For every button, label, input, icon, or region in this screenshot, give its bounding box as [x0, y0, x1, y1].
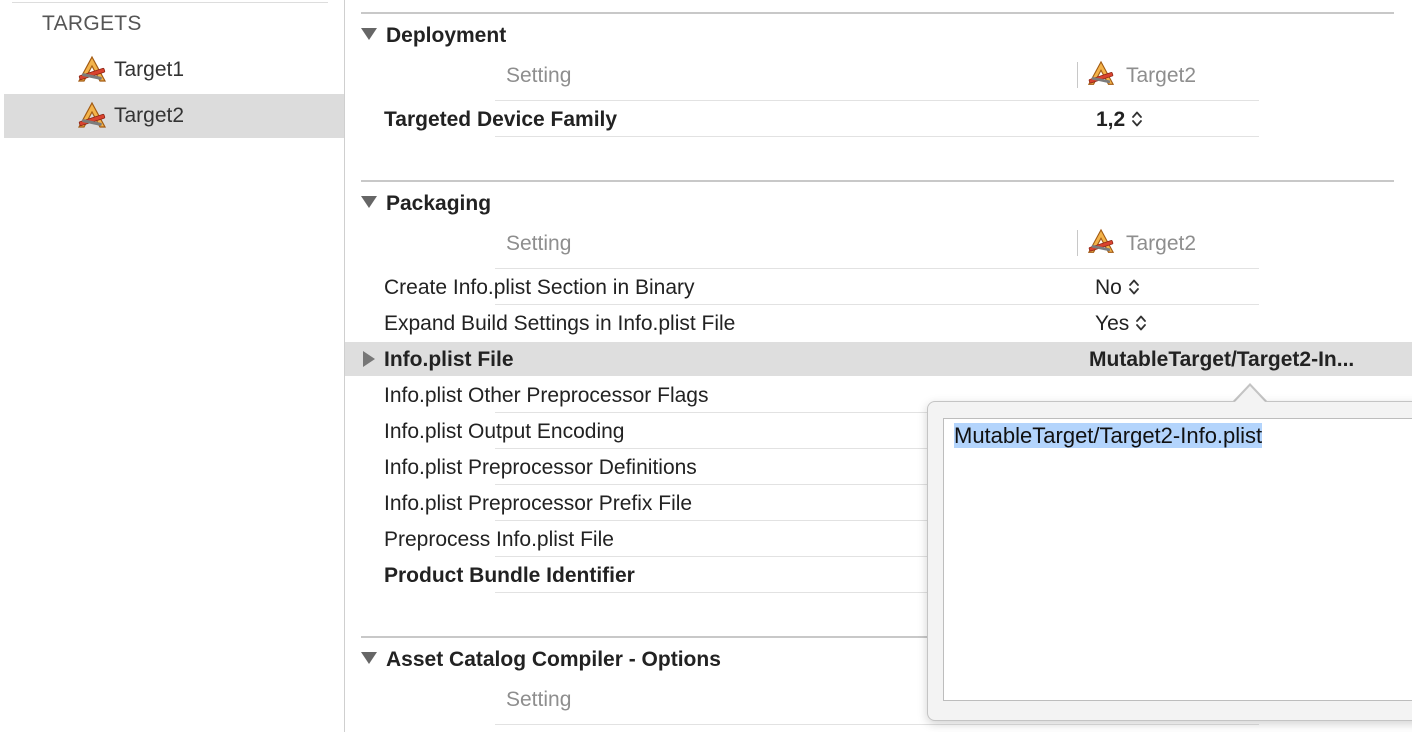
column-separator [1077, 62, 1078, 88]
sidebar-item-label: Target1 [114, 58, 185, 81]
popover-arrow-fill [1234, 386, 1266, 403]
disclosure-triangle-icon[interactable] [363, 351, 375, 367]
sidebar-item-target1[interactable]: Target1 [4, 48, 344, 92]
targeted-device-family-value[interactable]: 1,2 [1096, 108, 1143, 132]
section-header-asset-catalog[interactable]: Asset Catalog Compiler - Options [361, 648, 721, 672]
xcode-target-icon [1086, 228, 1116, 256]
target-column-header[interactable]: Target2 [1126, 64, 1196, 88]
setting-row-info-plist-file[interactable]: Info.plist File [384, 348, 514, 372]
setting-column-header[interactable]: Setting [506, 232, 571, 256]
setting-column-header[interactable]: Setting [506, 64, 571, 88]
section-header-deployment[interactable]: Deployment [361, 24, 506, 48]
column-separator [1077, 230, 1078, 256]
row-divider [495, 304, 1259, 305]
row-divider [495, 724, 1259, 725]
expand-build-settings-value[interactable]: Yes [1095, 312, 1147, 336]
setting-row-info-plist-preprocessor-definitions[interactable]: Info.plist Preprocessor Definitions [384, 456, 697, 480]
sidebar-item-target2[interactable]: Target2 [4, 94, 344, 138]
row-divider [495, 136, 1259, 137]
setting-row-preprocess-info-plist[interactable]: Preprocess Info.plist File [384, 528, 614, 552]
selected-text: MutableTarget/Target2-Info.plist [954, 423, 1263, 448]
up-down-stepper-icon [1135, 314, 1147, 332]
setting-row-targeted-device-family[interactable]: Targeted Device Family [384, 108, 617, 132]
section-divider [361, 180, 1394, 182]
row-divider [495, 100, 1259, 101]
xcode-target-icon [1086, 60, 1116, 88]
section-header-packaging[interactable]: Packaging [361, 192, 491, 216]
sidebar-item-label: Target2 [114, 104, 185, 127]
setting-row-info-plist-output-encoding[interactable]: Info.plist Output Encoding [384, 420, 625, 444]
up-down-stepper-icon [1128, 278, 1140, 296]
create-info-plist-section-value[interactable]: No [1095, 276, 1140, 300]
setting-row-info-plist-other-flags[interactable]: Info.plist Other Preprocessor Flags [384, 384, 708, 408]
disclosure-triangle-icon [361, 652, 377, 664]
setting-column-header[interactable]: Setting [506, 688, 571, 712]
setting-row-expand-build-settings[interactable]: Expand Build Settings in Info.plist File [384, 312, 735, 336]
setting-row-create-info-plist-section[interactable]: Create Info.plist Section in Binary [384, 276, 695, 300]
disclosure-triangle-icon [361, 28, 377, 40]
sidebar-top-divider [12, 2, 328, 3]
xcode-target-icon [76, 55, 108, 85]
xcode-target-icon [76, 101, 108, 131]
up-down-stepper-icon [1131, 110, 1143, 128]
section-divider [361, 12, 1394, 14]
setting-row-info-plist-prefix-file[interactable]: Info.plist Preprocessor Prefix File [384, 492, 692, 516]
targets-heading: TARGETS [42, 12, 142, 35]
info-plist-path-textarea[interactable]: MutableTarget/Target2-Info.plist [943, 418, 1412, 701]
targets-sidebar: TARGETS Target1 Target2 [0, 0, 345, 732]
row-divider [495, 268, 1259, 269]
info-plist-file-value[interactable]: MutableTarget/Target2-In... [1089, 348, 1354, 372]
setting-row-product-bundle-identifier[interactable]: Product Bundle Identifier [384, 564, 635, 588]
target-column-header[interactable]: Target2 [1126, 232, 1196, 256]
disclosure-triangle-icon [361, 196, 377, 208]
